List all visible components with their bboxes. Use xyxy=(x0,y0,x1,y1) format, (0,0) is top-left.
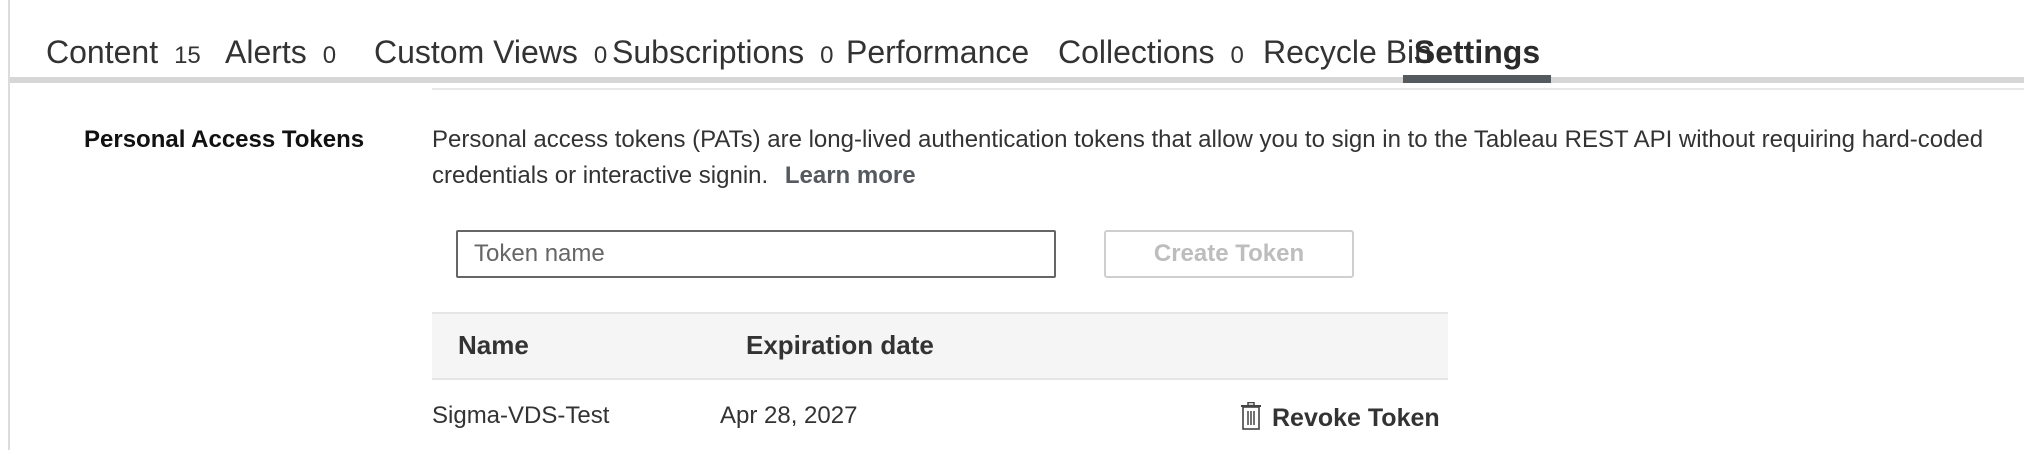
tab-label: Subscriptions xyxy=(612,34,805,70)
token-table: Name Expiration date Sigma-VDS-Test Apr … xyxy=(432,312,1448,460)
token-name-input[interactable] xyxy=(456,230,1056,278)
tab-content[interactable]: Content 15 xyxy=(46,0,201,84)
tab-count: 0 xyxy=(322,42,337,69)
tab-label: Performance xyxy=(846,34,1030,70)
tab-subscriptions[interactable]: Subscriptions 0 xyxy=(612,0,833,84)
column-header-name: Name xyxy=(458,330,529,360)
table-row: Sigma-VDS-Test Apr 28, 2027 Revoke Token xyxy=(432,380,1448,460)
trash-icon xyxy=(1241,401,1261,430)
tab-bar: Content 15 Alerts 0 Custom Views 0 Subsc… xyxy=(10,0,2024,84)
pat-description: Personal access tokens (PATs) are long-l… xyxy=(432,122,2024,194)
tab-label: Collections xyxy=(1058,34,1215,70)
create-token-button[interactable]: Create Token xyxy=(1104,230,1354,278)
section-title: Personal Access Tokens xyxy=(84,126,365,153)
tab-count: 0 xyxy=(1230,42,1244,69)
expiration-date-cell: Apr 28, 2027 xyxy=(720,402,858,429)
tab-settings[interactable]: Settings xyxy=(1403,0,1551,84)
table-header: Name Expiration date xyxy=(432,312,1448,380)
revoke-token-label: Revoke Token xyxy=(1272,404,1440,432)
tab-count: 15 xyxy=(174,42,201,69)
tab-custom-views[interactable]: Custom Views 0 xyxy=(374,0,607,84)
active-tab-indicator xyxy=(1403,75,1551,83)
description-text: Personal access tokens (PATs) are long-l… xyxy=(432,126,1984,189)
tab-label: Alerts xyxy=(225,34,307,70)
tab-performance[interactable]: Performance xyxy=(846,0,1029,84)
revoke-token-button[interactable]: Revoke Token xyxy=(1240,398,1440,433)
tab-label: Content xyxy=(46,34,159,70)
tab-label: Settings xyxy=(1413,34,1541,70)
column-header-expiration: Expiration date xyxy=(746,330,934,360)
tab-alerts[interactable]: Alerts 0 xyxy=(225,0,336,84)
token-name-cell: Sigma-VDS-Test xyxy=(432,402,610,429)
tab-label: Custom Views xyxy=(374,34,578,70)
content-divider xyxy=(432,88,2024,90)
tab-count: 0 xyxy=(820,42,834,69)
learn-more-link[interactable]: Learn more xyxy=(785,162,916,189)
tab-count: 0 xyxy=(593,42,608,69)
tab-collections[interactable]: Collections 0 xyxy=(1058,0,1244,84)
